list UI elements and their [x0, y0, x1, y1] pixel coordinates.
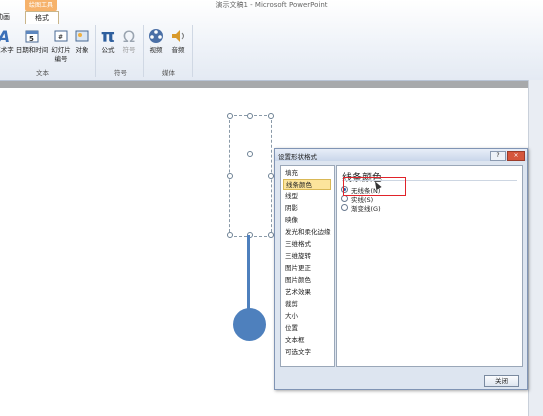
- close-icon[interactable]: ×: [507, 151, 525, 161]
- nav-item-glow[interactable]: 发光和柔化边缘: [283, 227, 331, 238]
- nav-item-reflection[interactable]: 映像: [283, 215, 331, 226]
- group-separator: [143, 25, 144, 77]
- nav-item-artistic-effects[interactable]: 艺术效果: [283, 287, 331, 298]
- video-button[interactable]: 视频: [147, 27, 165, 55]
- dialog-titlebar[interactable]: 设置形状格式 ? ×: [275, 149, 527, 161]
- group-separator: [95, 25, 96, 77]
- svg-text:#: #: [58, 34, 63, 41]
- equation-button[interactable]: π 公式: [99, 27, 117, 55]
- group-label-media: 媒体: [162, 69, 175, 77]
- nav-item-crop[interactable]: 裁剪: [283, 299, 331, 310]
- object-button[interactable]: 对象: [73, 27, 91, 55]
- window-title: 演示文稿1 - Microsoft PowerPoint: [215, 1, 328, 9]
- group-separator: [192, 25, 193, 77]
- format-shape-dialog: 设置形状格式 ? × 填充 线条颜色 线型 阴影 映像 发光和柔化边缘 三维格式…: [274, 148, 528, 390]
- video-label: 视频: [149, 46, 163, 54]
- radio-gradient-line[interactable]: [341, 204, 348, 211]
- date-time-button[interactable]: 5 日期和时间: [15, 27, 49, 55]
- wordart-label: 艺术字: [0, 46, 14, 54]
- radio-solid-line[interactable]: [341, 195, 348, 202]
- nav-item-3d-format[interactable]: 三维格式: [283, 239, 331, 250]
- slide-number-label: 幻灯片编号: [51, 46, 71, 63]
- symbol-button[interactable]: Ω 符号: [120, 27, 138, 55]
- slide-number-button[interactable]: # 幻灯片编号: [50, 27, 72, 64]
- nav-item-3d-rotation[interactable]: 三维旋转: [283, 251, 331, 262]
- nav-item-size[interactable]: 大小: [283, 311, 331, 322]
- equation-label: 公式: [101, 46, 115, 54]
- nav-item-text-box[interactable]: 文本框: [283, 335, 331, 346]
- nav-item-line-color[interactable]: 线条颜色: [283, 179, 331, 190]
- vertical-scrollbar[interactable]: [528, 80, 543, 416]
- resize-handle[interactable]: [268, 113, 274, 119]
- shape-selection-box[interactable]: [227, 113, 274, 238]
- radio-label-gradient-line[interactable]: 渐变线(G): [351, 203, 381, 213]
- nav-item-fill[interactable]: 填充: [283, 168, 331, 179]
- nav-item-picture-color[interactable]: 图片颜色: [283, 275, 331, 286]
- audio-button[interactable]: 音频: [169, 27, 187, 55]
- date-time-label: 日期和时间: [15, 46, 49, 54]
- object-icon: [73, 27, 91, 45]
- close-button[interactable]: 关闭: [484, 375, 519, 387]
- dialog-nav-list: 填充 线条颜色 线型 阴影 映像 发光和柔化边缘 三维格式 三维旋转 图片更正 …: [280, 165, 335, 367]
- omega-icon: Ω: [122, 26, 136, 46]
- film-reel-icon: [147, 27, 165, 45]
- circle-shape[interactable]: [233, 308, 266, 341]
- resize-handle[interactable]: [227, 113, 233, 119]
- rotate-handle[interactable]: [247, 151, 253, 157]
- resize-handle[interactable]: [227, 232, 233, 238]
- dialog-title: 设置形状格式: [278, 153, 317, 161]
- nav-item-alt-text[interactable]: 可选文字: [283, 347, 331, 358]
- nav-item-shadow[interactable]: 阴影: [283, 203, 331, 214]
- nav-item-line-style[interactable]: 线型: [283, 191, 331, 202]
- slide-number-icon: #: [52, 27, 70, 45]
- help-button[interactable]: ?: [490, 151, 506, 161]
- group-label-text: 文本: [36, 69, 49, 77]
- wordart-button[interactable]: A 艺术字: [0, 27, 14, 55]
- tab-format[interactable]: 格式: [25, 11, 59, 24]
- resize-handle[interactable]: [247, 113, 253, 119]
- symbol-label: 符号: [122, 46, 136, 54]
- nav-item-picture-corrections[interactable]: 图片更正: [283, 263, 331, 274]
- resize-handle[interactable]: [227, 173, 233, 179]
- speaker-icon: [169, 27, 187, 45]
- pi-icon: π: [100, 25, 116, 47]
- audio-label: 音频: [171, 46, 185, 54]
- tab-animations[interactable]: 动画: [0, 11, 10, 23]
- ribbon: 演示文稿1 - Microsoft PowerPoint 绘图工具 动画 格式 …: [0, 0, 543, 81]
- wordart-icon: A: [0, 27, 13, 45]
- calendar-icon: 5: [23, 27, 41, 45]
- svg-text:5: 5: [29, 35, 34, 43]
- drawing-tools-context-tab[interactable]: 绘图工具: [25, 0, 57, 11]
- nav-item-position[interactable]: 位置: [283, 323, 331, 334]
- line-shape[interactable]: [247, 235, 250, 311]
- object-label: 对象: [75, 46, 89, 54]
- group-label-symbols: 符号: [114, 69, 127, 77]
